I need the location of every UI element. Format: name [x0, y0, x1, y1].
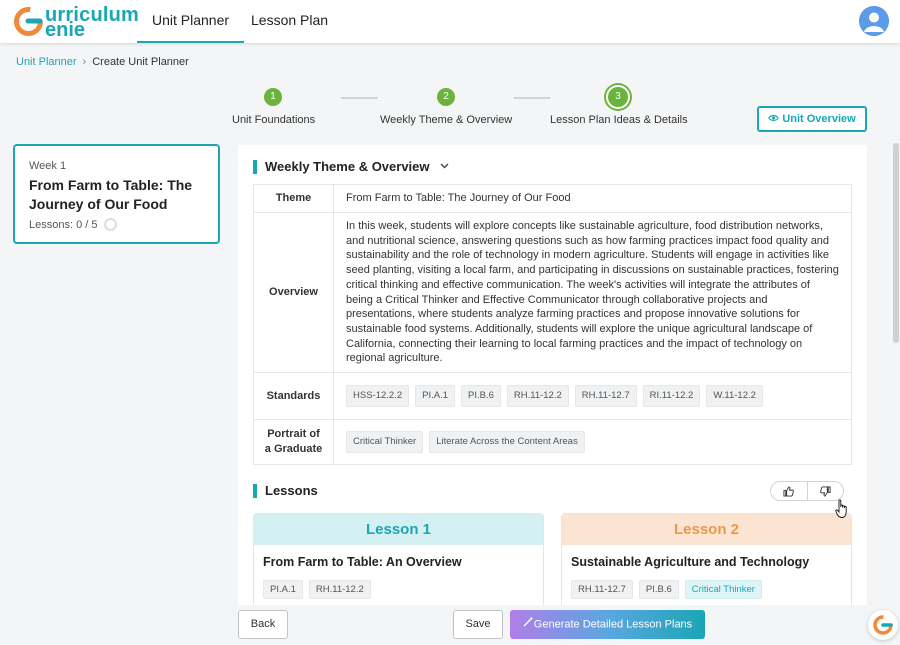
standard-chip: HSS-12.2.2: [346, 384, 410, 408]
thumbs-up-icon: [783, 485, 795, 497]
tab-unit-planner[interactable]: Unit Planner: [137, 0, 245, 43]
magic-wand-icon: [523, 610, 534, 639]
feedback-buttons: [770, 481, 844, 501]
portrait-chip: Critical Thinker: [684, 580, 762, 599]
step-label: Unit Foundations: [232, 114, 316, 126]
portrait-chip: Critical Thinker: [346, 430, 424, 454]
portrait-of-graduate-label: Portrait of a Graduate: [253, 419, 334, 466]
step-label: Lesson Plan Ideas & Details: [550, 114, 688, 126]
step-unit-foundations[interactable]: 1 Unit Foundations: [232, 88, 316, 126]
standard-chip: PI.A.1: [263, 580, 303, 599]
lesson-standards: RH.11-12.7 PI.B.6 Critical Thinker: [562, 569, 851, 599]
lesson-heading: Lesson 1: [254, 514, 543, 545]
curriculum-genie-logo[interactable]: urriculum enie: [13, 4, 139, 41]
lesson-card-2[interactable]: Lesson 2 Sustainable Agriculture and Tec…: [561, 513, 852, 605]
lessons-section-header: Lessons: [253, 483, 318, 498]
theme-label: Theme: [253, 184, 334, 213]
portrait-chip: Literate Across the Content Areas: [429, 430, 585, 454]
progress-ring-icon: [103, 218, 117, 231]
overview-label: Overview: [253, 211, 334, 374]
unit-overview-label: Unit Overview: [782, 113, 856, 125]
standard-chip: PI.A.1: [415, 384, 455, 408]
lessons-count-text: Lessons: 0 / 5: [29, 218, 98, 231]
standard-chip: W.11-12.2: [706, 384, 763, 408]
theme-value: From Farm to Table: The Journey of Our F…: [333, 184, 852, 213]
standards-chips: HSS-12.2.2 PI.A.1 PI.B.6 RH.11-12.2 RH.11-12…: [333, 372, 852, 421]
standard-chip: RH.11-12.7: [571, 580, 633, 599]
chevron-down-icon[interactable]: [440, 161, 449, 172]
thumbs-up-button[interactable]: [771, 482, 807, 500]
table-row: Portrait of a Graduate Critical Thinker Li…: [253, 419, 852, 466]
table-row: Overview In this week, students will exp…: [253, 211, 852, 374]
generate-lesson-plans-button[interactable]: Generate Detailed Lesson Plans: [510, 610, 705, 639]
lesson-title: Sustainable Agriculture and Technology: [571, 555, 810, 569]
portrait-label-line1: Portrait of: [267, 428, 320, 441]
logo-text-line2: enie: [45, 19, 86, 41]
weekly-theme-table: Theme From Farm to Table: The Journey of…: [253, 184, 852, 466]
lesson-standards: PI.A.1 RH.11-12.2: [254, 569, 543, 599]
lesson-heading: Lesson 2: [562, 514, 851, 545]
section-accent-bar: [253, 159, 257, 174]
thumbs-down-button[interactable]: [808, 482, 844, 500]
table-row: Theme From Farm to Table: The Journey of…: [253, 184, 852, 213]
standard-chip: RI.11-12.2: [642, 384, 701, 408]
standard-chip: RH.11-12.2: [506, 384, 569, 408]
step-connector: [514, 97, 550, 99]
standard-chip: RH.11-12.2: [308, 580, 371, 599]
genie-assistant-button[interactable]: [868, 610, 898, 640]
tab-lesson-plan[interactable]: Lesson Plan: [236, 0, 343, 43]
week-label: Week 1: [29, 160, 67, 172]
step-number-badge: 3: [606, 85, 630, 109]
thumbs-down-icon: [819, 485, 831, 497]
main-content-panel: Weekly Theme & Overview Theme From Farm …: [238, 145, 867, 605]
section-title: Weekly Theme & Overview: [265, 159, 430, 174]
save-button[interactable]: Save: [453, 610, 503, 639]
breadcrumb: Unit Planner › Create Unit Planner: [16, 56, 189, 68]
eye-icon: [768, 108, 780, 130]
step-number-badge: 2: [437, 88, 455, 106]
step-weekly-theme[interactable]: 2 Weekly Theme & Overview: [380, 88, 512, 126]
genie-logo-icon: [873, 615, 893, 635]
section-accent-bar: [253, 483, 257, 498]
lesson-title: From Farm to Table: An Overview: [263, 555, 462, 569]
hand-cursor-icon: [835, 499, 847, 518]
genie-logo-icon: [14, 7, 43, 36]
user-avatar[interactable]: [859, 6, 889, 36]
step-label: Weekly Theme & Overview: [380, 114, 513, 126]
table-row: Standards HSS-12.2.2 PI.A.1 PI.B.6 RH.11-12…: [253, 372, 852, 421]
standard-chip: RH.11-12.7: [574, 384, 637, 408]
page-scrollbar[interactable]: [893, 143, 899, 343]
portrait-chips: Critical Thinker Literate Across the Cont…: [333, 419, 852, 466]
unit-overview-button[interactable]: Unit Overview: [757, 106, 867, 132]
step-lesson-plan-ideas[interactable]: 3 Lesson Plan Ideas & Details: [550, 85, 688, 126]
bottom-action-bar: Back Save Generate Detailed Lesson Plans: [0, 604, 900, 640]
generate-label: Generate Detailed Lesson Plans: [533, 618, 693, 631]
lessons-count: Lessons: 0 / 5: [29, 218, 204, 231]
lesson-card-1[interactable]: Lesson 1 From Farm to Table: An Overview…: [253, 513, 544, 605]
standard-chip: PI.B.6: [638, 580, 679, 599]
step-connector: [341, 97, 378, 99]
top-nav-bar: urriculum enie Unit Planner Lesson Plan: [0, 0, 900, 43]
overview-value: In this week, students will explore conc…: [333, 211, 852, 374]
portrait-label-line2: a Graduate: [264, 443, 323, 456]
user-icon: [859, 6, 889, 36]
breadcrumb-unit-planner[interactable]: Unit Planner: [16, 56, 77, 68]
breadcrumb-chevron-icon: ›: [82, 56, 87, 68]
breadcrumb-current: Create Unit Planner: [92, 56, 189, 68]
week-title: From Farm to Table: The Journey of Our F…: [29, 177, 193, 212]
week-card[interactable]: Week 1 From Farm to Table: The Journey o…: [13, 144, 220, 244]
weekly-theme-section-header[interactable]: Weekly Theme & Overview: [253, 159, 449, 174]
back-button[interactable]: Back: [238, 610, 288, 639]
standards-label: Standards: [253, 372, 334, 421]
standard-chip: PI.B.6: [461, 384, 501, 408]
progress-stepper: 1 Unit Foundations 2 Weekly Theme & Over…: [228, 85, 688, 128]
step-number-badge: 1: [264, 88, 282, 106]
section-title: Lessons: [265, 483, 318, 498]
